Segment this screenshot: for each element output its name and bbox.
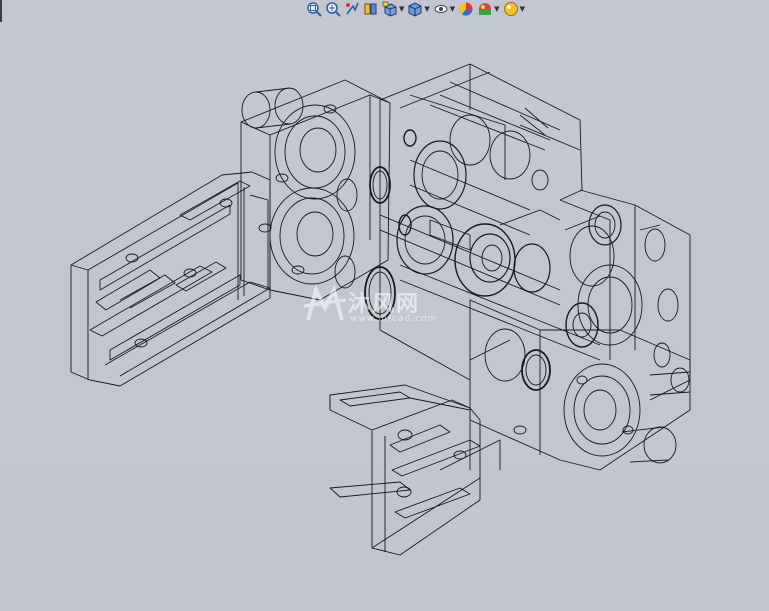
wireframe-model[interactable] [0,0,769,611]
upper-left-block [240,79,391,301]
lower-right-block [469,299,691,471]
right-side-block [559,189,691,401]
left-arm-part [70,171,271,387]
central-drive-body [364,63,601,381]
graphics-viewport[interactable]: ▼ ▼ ▼ ▼ ▼ 沐风网 www.mfcad.com [0,0,769,611]
lower-arm-part [329,384,501,556]
